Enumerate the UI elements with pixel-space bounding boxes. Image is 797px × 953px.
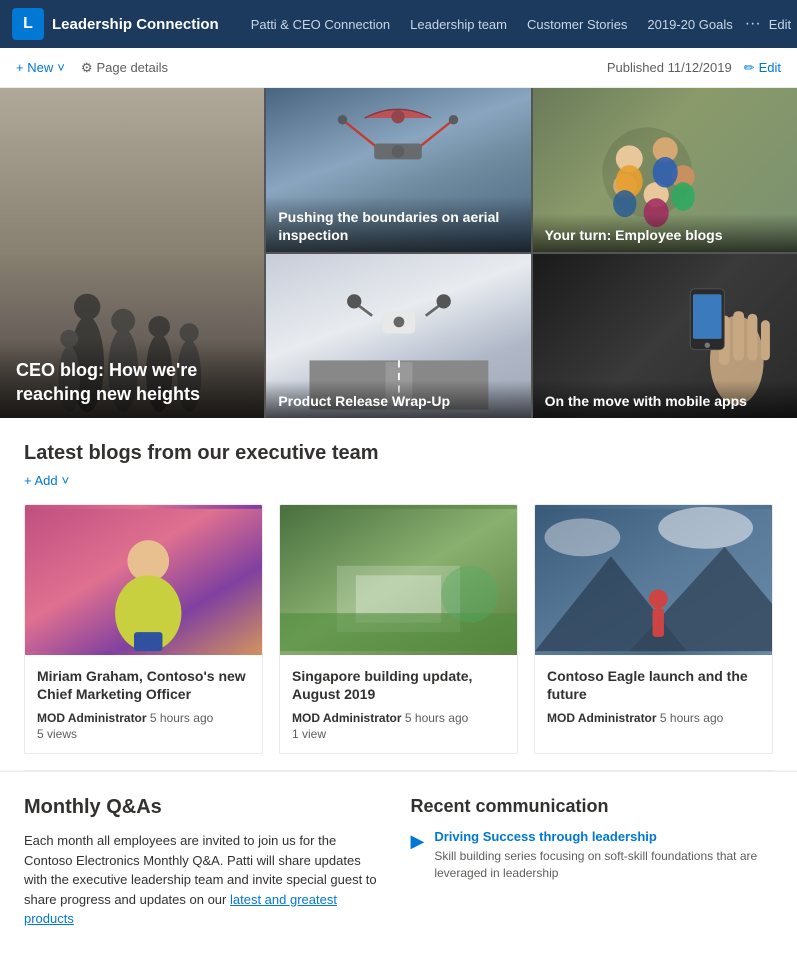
- hero-tile-aerial[interactable]: Pushing the boundaries on aerial inspect…: [266, 88, 530, 252]
- blog-card-img-2: [280, 505, 517, 655]
- add-chevron: ˅: [62, 473, 70, 488]
- blog-card-title-3[interactable]: Contoso Eagle launch and the future: [547, 667, 760, 703]
- hero-tile3-title: Product Release Wrap-Up: [278, 392, 518, 410]
- new-button[interactable]: + New ˅: [16, 60, 65, 75]
- page-details-button[interactable]: ⚙ Page details: [81, 60, 168, 76]
- recent-item-title-0[interactable]: Driving Success through leadership: [434, 829, 773, 844]
- blog-card-author-2: MOD Administrator: [292, 711, 402, 725]
- hero-tile-drone[interactable]: Product Release Wrap-Up: [266, 254, 530, 418]
- top-nav: L Leadership Connection Patti & CEO Conn…: [0, 0, 797, 48]
- nav-link-patti[interactable]: Patti & CEO Connection: [243, 13, 398, 36]
- nav-logo: L: [12, 8, 44, 40]
- recent-arrow-icon: ▶: [411, 831, 425, 852]
- blog-card-body-2: Singapore building update, August 2019 M…: [280, 655, 517, 753]
- hero-tile4-title: On the move with mobile apps: [545, 392, 785, 410]
- monthly-qa-body: Each month all employees are invited to …: [24, 831, 387, 929]
- blog-card-body-1: Miriam Graham, Contoso's new Chief Marke…: [25, 655, 262, 753]
- recent-item-desc-0: Skill building series focusing on soft-s…: [434, 848, 773, 882]
- blog-card-time-label-1: 5 hours ago: [150, 711, 213, 725]
- blog-card-author-3: MOD Administrator: [547, 711, 657, 725]
- recent-comm-title: Recent communication: [411, 796, 774, 817]
- monthly-qa-title: Monthly Q&As: [24, 796, 387, 819]
- hero-tile-mobile[interactable]: On the move with mobile apps: [533, 254, 797, 418]
- hero-tile1-title: Pushing the boundaries on aerial inspect…: [278, 208, 518, 244]
- blog-card-img-1: [25, 505, 262, 655]
- nav-links: Patti & CEO Connection Leadership team C…: [243, 13, 761, 36]
- nav-link-customer[interactable]: Customer Stories: [519, 13, 635, 36]
- pencil-icon: ✏: [744, 60, 755, 76]
- blog-card-time-label-3: 5 hours ago: [660, 711, 723, 725]
- page-toolbar: + New ˅ ⚙ Page details Published 11/12/2…: [0, 48, 797, 88]
- blog-card-img-3: [535, 505, 772, 655]
- blog-card-time-label-2: 5 hours ago: [405, 711, 468, 725]
- blog-card-title-2[interactable]: Singapore building update, August 2019: [292, 667, 505, 703]
- nav-title: Leadership Connection: [52, 16, 219, 33]
- edit-page-button[interactable]: ✏ Edit: [744, 60, 781, 76]
- hero-main-tile[interactable]: CEO blog: How we're reaching new heights: [0, 88, 264, 418]
- latest-blogs-title: Latest blogs from our executive team: [24, 442, 773, 465]
- blog-card-body-3: Contoso Eagle launch and the future MOD …: [535, 655, 772, 739]
- recent-item-0: ▶ Driving Success through leadership Ski…: [411, 829, 774, 882]
- latest-blogs-section: Latest blogs from our executive team + A…: [0, 418, 797, 770]
- hero-tile2-title: Your turn: Employee blogs: [545, 226, 785, 244]
- bottom-section: Monthly Q&As Each month all employees ar…: [0, 771, 797, 953]
- blog-card-2[interactable]: Singapore building update, August 2019 M…: [279, 504, 518, 754]
- nav-link-goals[interactable]: 2019-20 Goals: [639, 13, 740, 36]
- nav-link-leadership[interactable]: Leadership team: [402, 13, 515, 36]
- nav-dots[interactable]: ···: [745, 15, 761, 33]
- monthly-qa: Monthly Q&As Each month all employees ar…: [24, 796, 387, 929]
- new-chevron: ˅: [57, 60, 65, 75]
- edit-nav-button[interactable]: Edit: [769, 17, 791, 32]
- blog-card-author-1: MOD Administrator: [37, 711, 147, 725]
- new-label: + New: [16, 60, 53, 75]
- blog-card-title-1[interactable]: Miriam Graham, Contoso's new Chief Marke…: [37, 667, 250, 703]
- page-details-label: Page details: [96, 60, 168, 75]
- blog-card-3[interactable]: Contoso Eagle launch and the future MOD …: [534, 504, 773, 754]
- toolbar-left: + New ˅ ⚙ Page details: [16, 60, 168, 76]
- published-status: Published 11/12/2019: [607, 60, 732, 75]
- blog-card-views-2: 1 view: [292, 727, 505, 741]
- edit-label: Edit: [759, 60, 781, 75]
- hero-tile-employee[interactable]: Your turn: Employee blogs: [533, 88, 797, 252]
- recent-communication: Recent communication ▶ Driving Success t…: [411, 796, 774, 929]
- blog-cards: Miriam Graham, Contoso's new Chief Marke…: [24, 504, 773, 754]
- nav-actions: Edit ★ Following ↗ Share site: [769, 16, 797, 32]
- add-label: + Add: [24, 473, 58, 488]
- toolbar-right: Published 11/12/2019 ✏ Edit: [607, 60, 781, 76]
- blog-card-1[interactable]: Miriam Graham, Contoso's new Chief Marke…: [24, 504, 263, 754]
- gear-icon: ⚙: [81, 60, 93, 76]
- blog-card-views-1: 5 views: [37, 727, 250, 741]
- add-button[interactable]: + Add ˅: [24, 473, 773, 488]
- hero-section: CEO blog: How we're reaching new heights…: [0, 88, 797, 418]
- hero-main-title: CEO blog: How we're reaching new heights: [16, 359, 248, 406]
